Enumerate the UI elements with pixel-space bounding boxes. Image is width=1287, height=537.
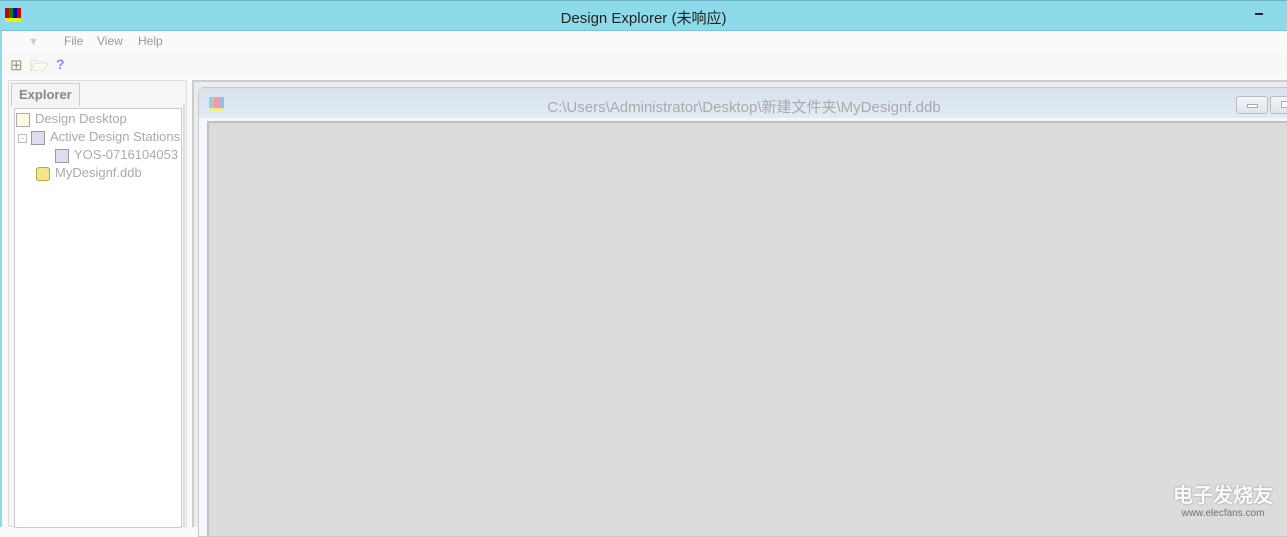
document-maximize-button[interactable] (1270, 96, 1287, 114)
document-minimize-button[interactable] (1236, 96, 1268, 114)
collapse-icon[interactable]: - (18, 134, 27, 143)
tree-item-label: Active Design Stations (50, 129, 181, 144)
tree-item-mydesignf[interactable]: MyDesignf.ddb (36, 164, 142, 182)
explorer-tree: Design Desktop - Active Design Stations Y… (14, 108, 182, 528)
tree-item-label: MyDesignf.ddb (55, 165, 142, 180)
explorer-panel: Explorer Design Desktop - Active Design S… (8, 80, 187, 528)
document-client-area (207, 121, 1287, 536)
document-title: C:\Users\Administrator\Desktop\新建文件夹\MyD… (547, 99, 941, 116)
tree-item-station[interactable]: YOS-0716104053 (55, 146, 178, 164)
tree-item-label: YOS-0716104053 (74, 147, 179, 162)
menu-bar: ▼ File View Help (2, 31, 1287, 50)
menu-file[interactable]: File (64, 34, 83, 48)
tree-icon[interactable]: ⊞ (10, 56, 23, 74)
watermark: 电子发烧友 www.elecfans.com (1173, 479, 1273, 519)
database-icon (36, 166, 50, 181)
menu-view[interactable]: View (97, 34, 123, 48)
tree-item-design-desktop[interactable]: Design Desktop (16, 110, 127, 128)
tree-item-label: Design Desktop (35, 111, 127, 126)
toolbar: ⊞ 🗁 ? (2, 51, 1287, 77)
desktop-icon (16, 112, 30, 127)
mdi-area: C:\Users\Administrator\Desktop\新建文件夹\MyD… (192, 80, 1287, 537)
document-title-bar: C:\Users\Administrator\Desktop\新建文件夹\MyD… (199, 88, 1287, 118)
tree-item-active-design-stations[interactable]: - Active Design Stations (18, 128, 180, 146)
minimize-button[interactable] (1255, 13, 1263, 15)
panel-splitter[interactable] (183, 104, 185, 527)
title-bar: Design Explorer (未响应) (0, 0, 1287, 31)
help-icon[interactable]: ? (56, 56, 65, 72)
back-arrow-icon[interactable]: ▼ (28, 36, 50, 48)
menu-help[interactable]: Help (138, 34, 163, 48)
computer-icon (31, 130, 45, 145)
watermark-brand: 电子发烧友 (1173, 485, 1273, 507)
watermark-url: www.elecfans.com (1181, 508, 1265, 519)
computer-icon (55, 148, 69, 163)
document-window: C:\Users\Administrator\Desktop\新建文件夹\MyD… (198, 87, 1287, 537)
tab-explorer[interactable]: Explorer (11, 83, 80, 106)
window-title: Design Explorer (未响应) (560, 10, 727, 27)
window-border (0, 31, 2, 527)
folder-open-icon[interactable]: 🗁 (30, 56, 49, 81)
